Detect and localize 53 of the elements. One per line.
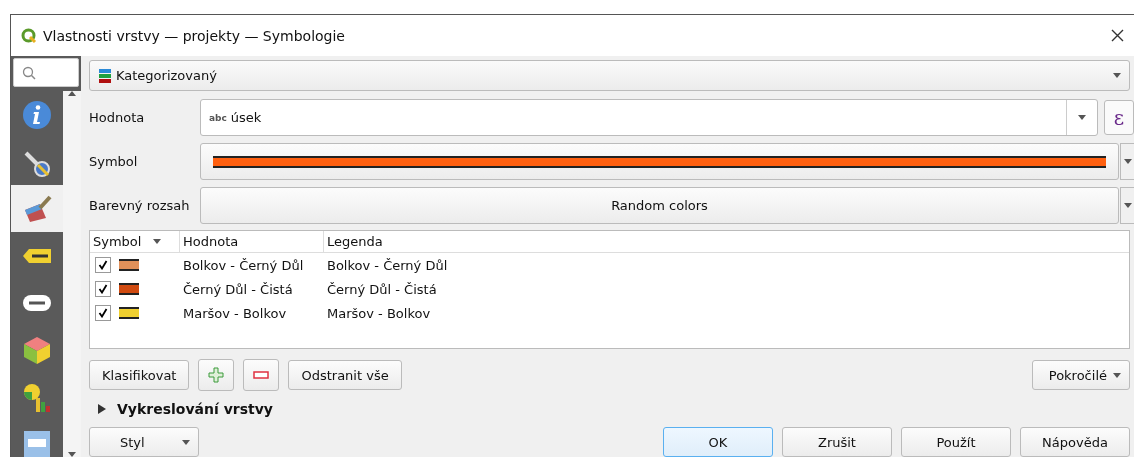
symbol-button[interactable] xyxy=(200,143,1119,180)
field-label: Hodnota xyxy=(89,110,146,125)
checkbox[interactable] xyxy=(95,305,111,321)
table-cell-text: Černý Důl - Čistá xyxy=(326,281,438,297)
dialog-button[interactable]: Nápověda xyxy=(1020,427,1130,457)
app-logo-icon xyxy=(21,27,37,44)
scrollbar[interactable] xyxy=(63,91,81,457)
expression-button[interactable]: ε xyxy=(1104,100,1134,135)
caret-icon xyxy=(1078,115,1086,120)
classify-button[interactable]: Klasifikovat xyxy=(89,360,190,390)
expression-field[interactable]: abc úsek xyxy=(200,99,1098,136)
column-title: Symbol xyxy=(93,234,142,249)
advanced-dropdown[interactable]: Pokročilé xyxy=(1031,360,1130,390)
checkbox[interactable] xyxy=(95,281,111,297)
dialog-button[interactable]: Použít xyxy=(901,427,1011,457)
sidebar-item[interactable] xyxy=(11,185,63,232)
close-icon[interactable] xyxy=(1111,29,1124,42)
dialog-button[interactable]: Zrušit xyxy=(782,427,892,457)
dropdown-button[interactable] xyxy=(1120,187,1134,224)
table-cell-text: Černý Důl - Čistá xyxy=(182,281,294,297)
search-icon xyxy=(22,65,36,80)
minus-icon xyxy=(253,371,270,379)
categorized-icon xyxy=(98,67,112,84)
table-cell-text: Bolkov - Černý Důl xyxy=(326,257,449,273)
caret-icon xyxy=(1113,372,1121,378)
dropdown-button[interactable] xyxy=(1120,143,1134,180)
window-title: Vlastnosti vrstvy — projekty — Symbologie xyxy=(43,27,346,44)
checkbox[interactable] xyxy=(95,257,111,273)
column-header[interactable]: Legenda xyxy=(324,231,1129,252)
expand-arrow-icon[interactable] xyxy=(97,404,107,414)
plus-icon xyxy=(208,367,225,383)
table-cell-text: Maršov - Bolkov xyxy=(182,305,288,321)
dialog-button[interactable]: OK xyxy=(663,427,773,457)
caret-icon xyxy=(1113,73,1121,78)
section-title[interactable]: Vykreslování vrstvy xyxy=(117,401,273,417)
search-field[interactable] xyxy=(13,58,79,87)
column-title: Legenda xyxy=(327,234,383,249)
remove-all-button[interactable]: Odstranit vše xyxy=(288,360,402,390)
table-cell-text: Bolkov - Černý Důl xyxy=(182,257,305,273)
column-header[interactable]: Hodnota xyxy=(180,231,324,252)
style-dropdown[interactable]: Styl xyxy=(89,427,199,457)
caret-icon xyxy=(182,439,190,445)
renderer-dropdown[interactable]: Kategorizovaný xyxy=(89,60,1130,91)
color-ramp-button[interactable]: Random colors xyxy=(200,187,1119,224)
table-cell-text: Maršov - Bolkov xyxy=(326,305,432,321)
column-header[interactable]: Symbol xyxy=(90,231,180,252)
scroll-down-icon[interactable] xyxy=(68,452,76,457)
caret-icon xyxy=(153,239,162,244)
remove-button[interactable] xyxy=(243,359,280,391)
column-title: Hodnota xyxy=(183,234,239,249)
scroll-up-icon[interactable] xyxy=(68,91,76,96)
field-label: Symbol xyxy=(89,154,139,169)
field-label: Barevný rozsah xyxy=(89,198,191,213)
